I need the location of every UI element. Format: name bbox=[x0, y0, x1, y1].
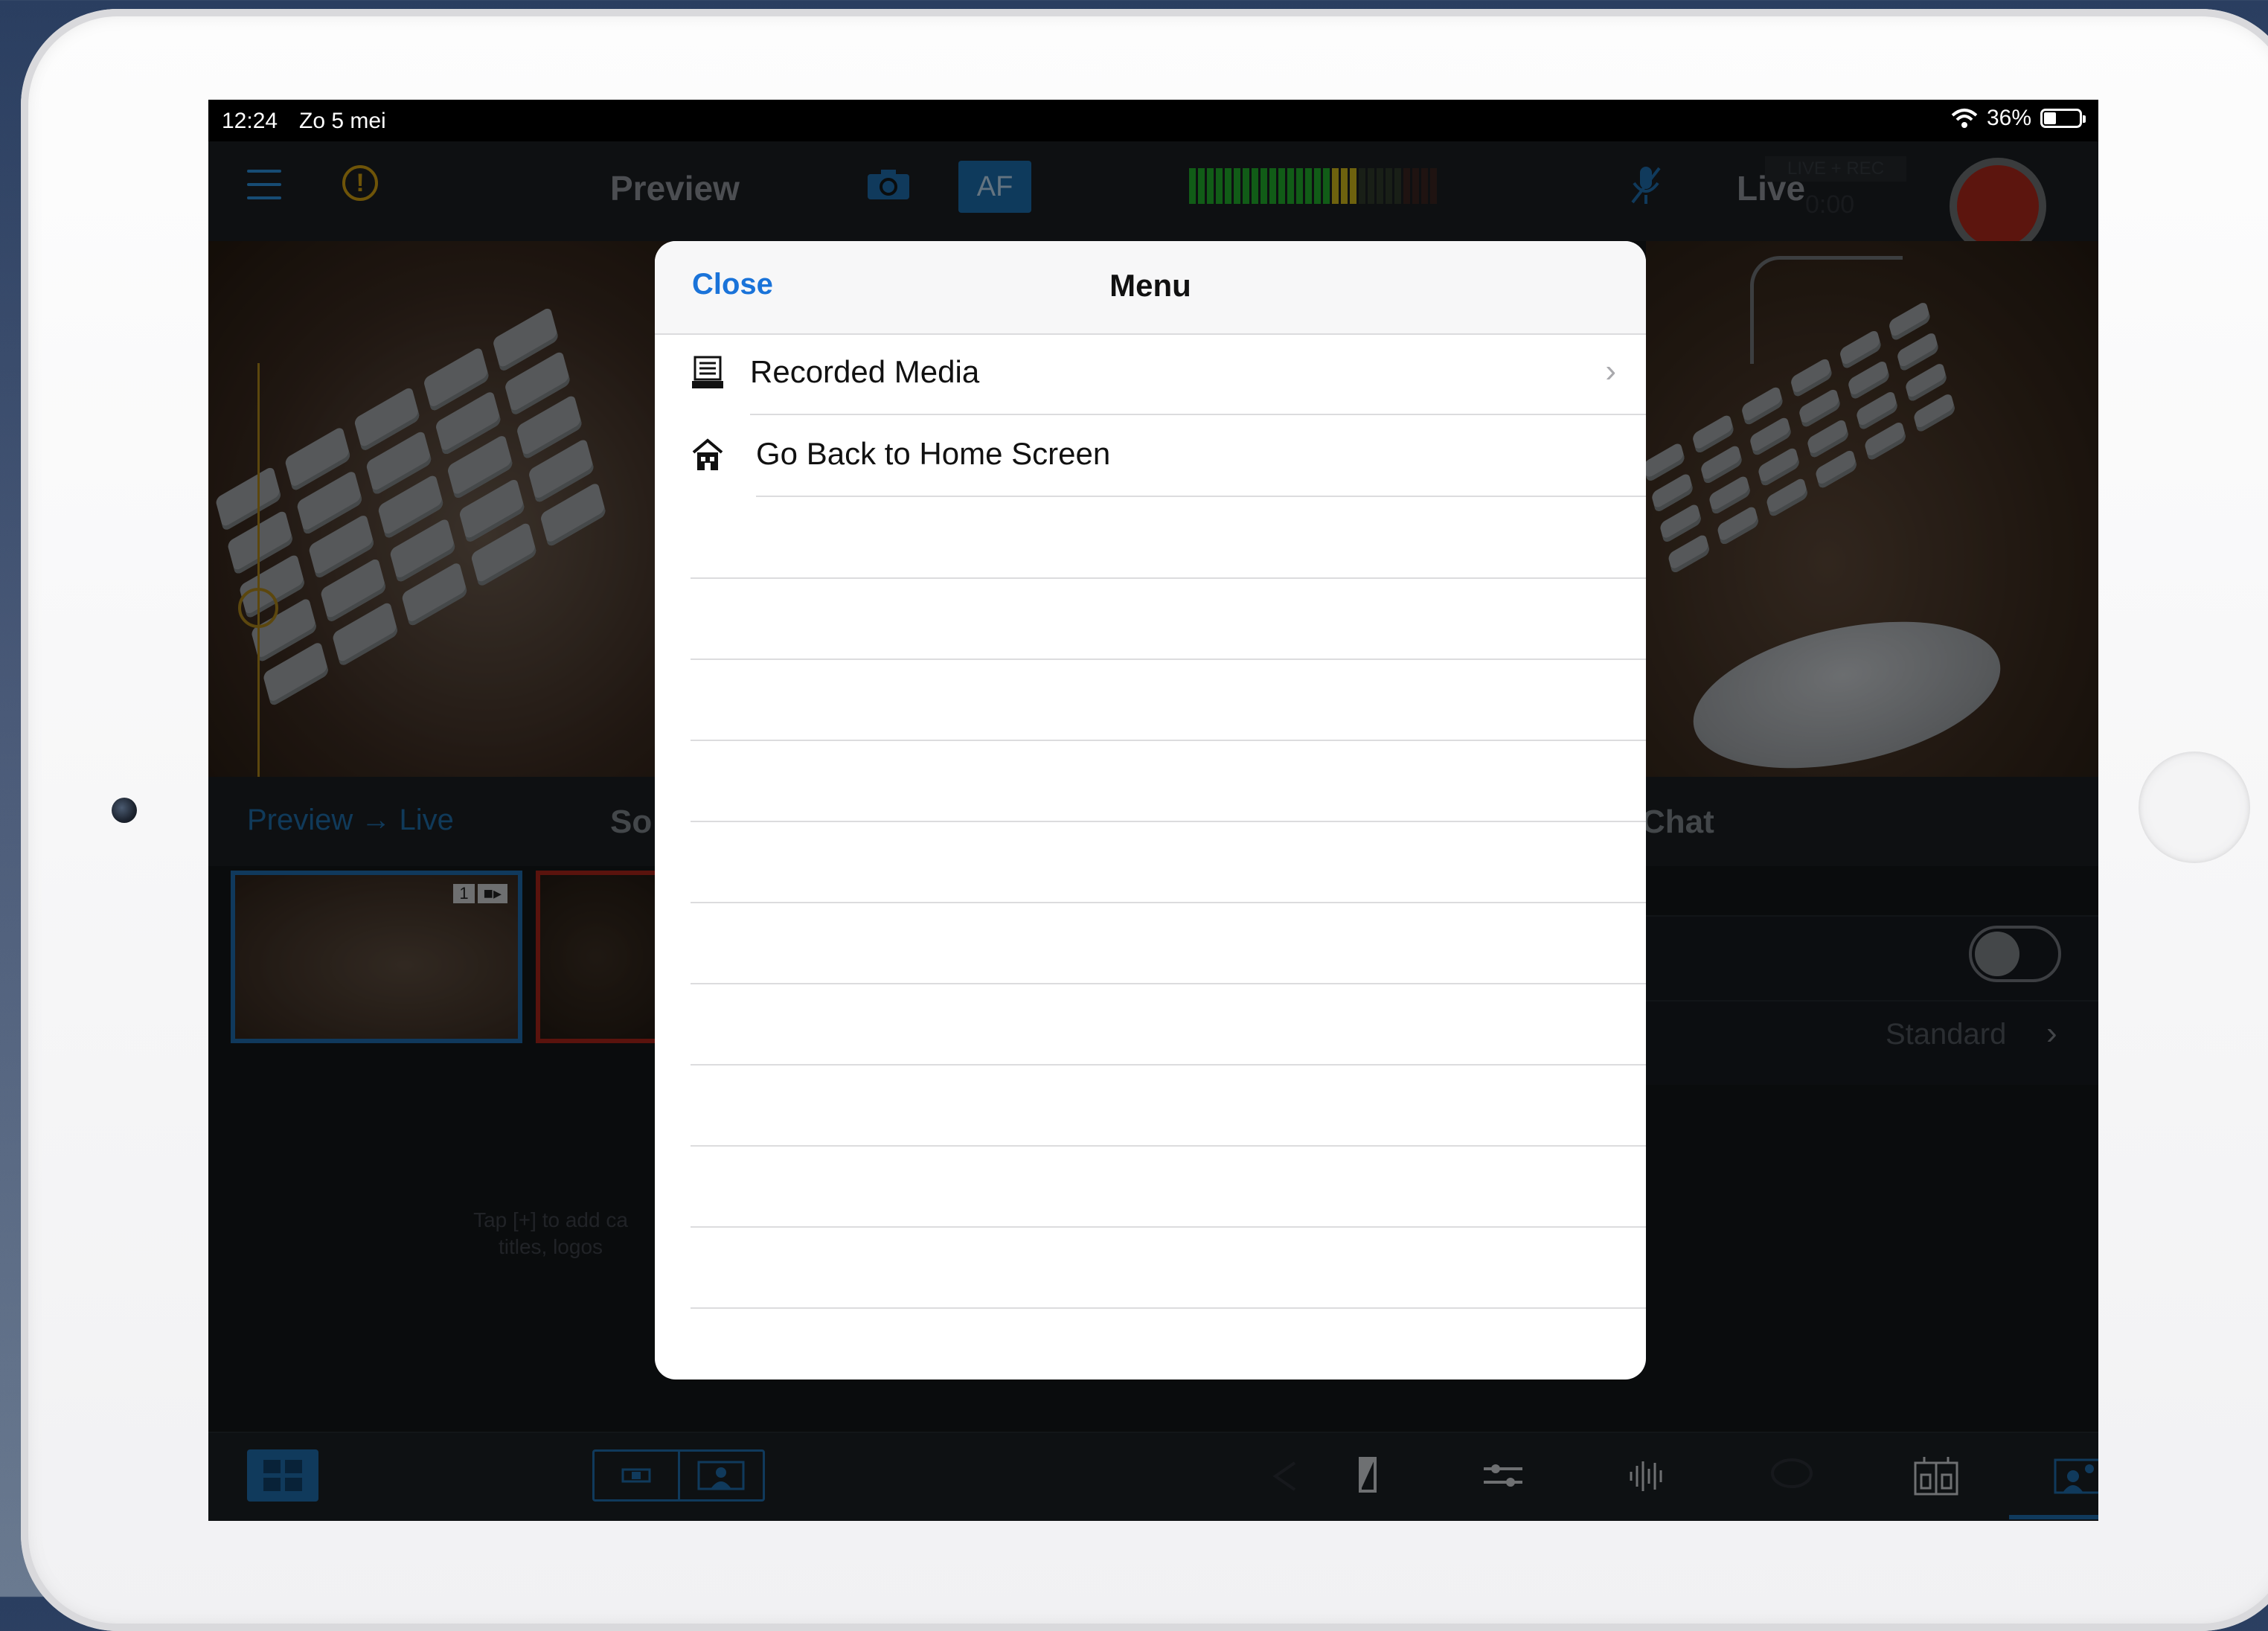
home-icon bbox=[692, 438, 723, 470]
battery-icon bbox=[2040, 109, 2086, 128]
modal-title: Menu bbox=[1109, 268, 1191, 303]
empty-row-separator bbox=[691, 659, 1646, 660]
wifi-icon bbox=[1951, 109, 1978, 128]
status-right: 36% bbox=[1951, 106, 2086, 131]
menu-item-recorded-media[interactable]: Recorded Media › bbox=[655, 333, 1646, 414]
empty-row-separator bbox=[691, 821, 1646, 822]
recorded-media-icon bbox=[692, 356, 723, 388]
status-date: Zo 5 mei bbox=[299, 109, 386, 133]
empty-row-separator bbox=[691, 740, 1646, 741]
empty-row-separator bbox=[691, 1064, 1646, 1066]
status-bar: 12:24 Zo 5 mei 36% bbox=[208, 100, 2098, 141]
separator bbox=[756, 496, 1646, 497]
front-camera bbox=[112, 798, 137, 823]
empty-row-separator bbox=[691, 1307, 1646, 1309]
status-time: 12:24 bbox=[222, 109, 278, 133]
empty-row-separator bbox=[691, 1226, 1646, 1228]
menu-item-home-screen[interactable]: Go Back to Home Screen bbox=[655, 415, 1646, 496]
modal-header: Close Menu bbox=[655, 241, 1646, 335]
empty-row-separator bbox=[691, 983, 1646, 984]
menu-item-label: Recorded Media bbox=[750, 354, 980, 389]
empty-row-separator bbox=[691, 1145, 1646, 1147]
menu-modal: Close Menu Recorded Media › Go Back to H… bbox=[655, 241, 1646, 1380]
empty-row-separator bbox=[691, 577, 1646, 579]
app-screen: 12:24 Zo 5 mei 36% ! Preview AF Live LIV… bbox=[208, 100, 2098, 1521]
home-button[interactable] bbox=[2139, 752, 2250, 863]
menu-item-label: Go Back to Home Screen bbox=[756, 436, 1111, 471]
chevron-right-icon: › bbox=[1605, 353, 1616, 389]
battery-percentage: 36% bbox=[1986, 106, 2031, 130]
empty-row-separator bbox=[691, 902, 1646, 903]
